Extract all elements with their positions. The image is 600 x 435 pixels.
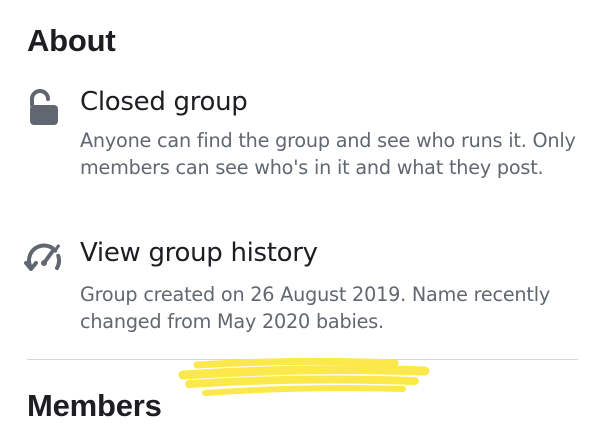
history-gauge-icon [24, 239, 64, 279]
view-group-history-row[interactable]: View group history Group created on 26 A… [0, 237, 600, 337]
closed-group-row: Closed group Anyone can find the group a… [0, 86, 600, 216]
yellow-highlighter-scribble [178, 357, 430, 396]
about-heading: About [27, 23, 116, 58]
closed-group-title: Closed group [80, 87, 248, 117]
section-divider [27, 359, 578, 360]
closed-group-description: Anyone can find the group and see who ru… [80, 129, 576, 179]
members-heading: Members [27, 388, 162, 423]
unlocked-padlock-icon [24, 88, 64, 128]
group-history-description: Group created on 26 August 2019. Name re… [80, 283, 550, 333]
view-group-history-title[interactable]: View group history [80, 237, 318, 269]
